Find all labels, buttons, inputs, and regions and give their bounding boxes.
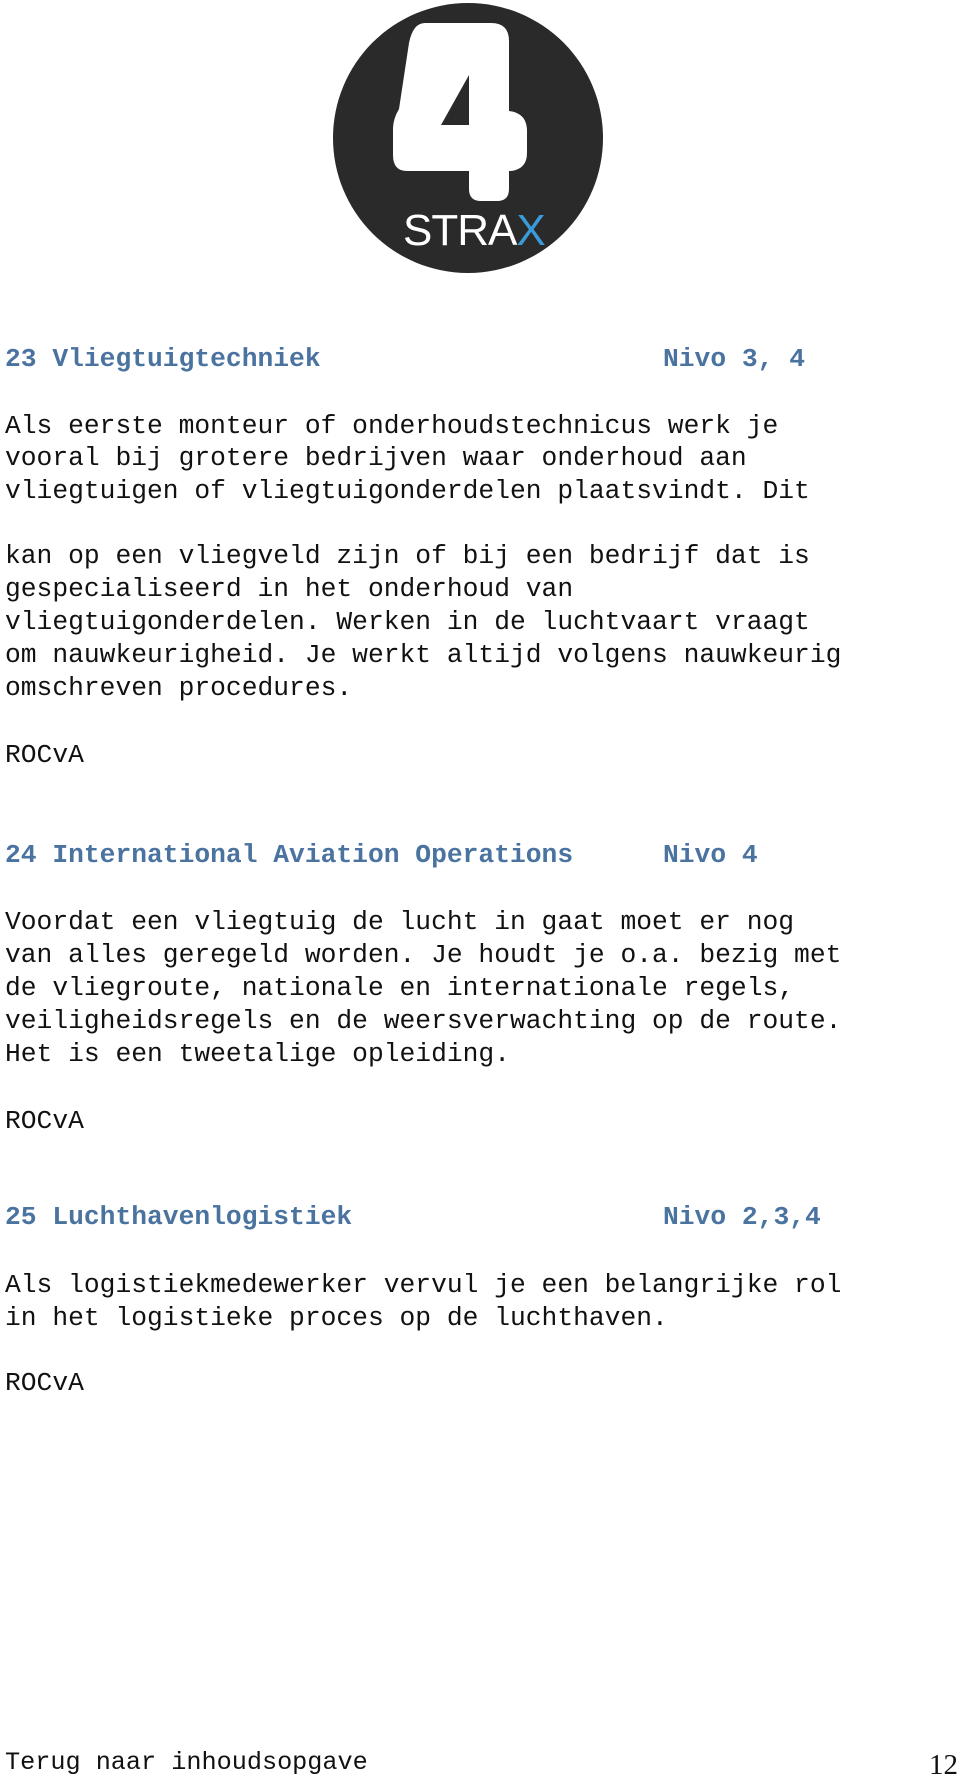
logo-wordmark: STRAX — [403, 206, 545, 255]
section-heading: 24 International Aviation Operations — [5, 840, 574, 870]
provider-label: ROCvA — [5, 1368, 84, 1398]
logo-wordmark-accent: X — [516, 206, 545, 255]
paragraph-line: Als logistiekmedewerker vervul je een be… — [5, 1270, 842, 1300]
paragraph-line: vliegtuigonderdelen. Werken in de luchtv… — [5, 607, 810, 637]
paragraph-line: vliegtuigen of vliegtuigonderdelen plaat… — [5, 476, 810, 506]
paragraph-line: gespecialiseerd in het onderhoud van — [5, 574, 574, 604]
section-level: Nivo 4 — [663, 840, 758, 870]
paragraph-line: veiligheidsregels en de weersverwachting… — [5, 1006, 842, 1036]
paragraph-line: om nauwkeurigheid. Je werkt altijd volge… — [5, 640, 842, 670]
paragraph-line: de vliegroute, nationale en internationa… — [5, 973, 795, 1003]
paragraph-line: Als eerste monteur of onderhoudstechnicu… — [5, 411, 779, 441]
page-number: 12 — [929, 1749, 958, 1781]
4strax-logo: STRAX — [333, 3, 603, 273]
paragraph-line: vooral bij grotere bedrijven waar onderh… — [5, 443, 747, 473]
paragraph-line: in het logistieke proces op de luchthave… — [5, 1303, 668, 1333]
section-heading: 23 Vliegtuigtechniek — [5, 344, 321, 374]
paragraph-line: Voordat een vliegtuig de lucht in gaat m… — [5, 907, 795, 937]
logo-wordmark-main: STRA — [403, 206, 518, 255]
paragraph-line: omschreven procedures. — [5, 673, 353, 703]
section-heading: 25 Luchthavenlogistiek — [5, 1202, 353, 1232]
provider-label: ROCvA — [5, 740, 84, 770]
section-level: Nivo 2,3,4 — [663, 1202, 821, 1232]
paragraph-line: kan op een vliegveld zijn of bij een bed… — [5, 541, 810, 571]
paragraph-line: van alles geregeld worden. Je houdt je o… — [5, 940, 842, 970]
provider-label: ROCvA — [5, 1106, 84, 1136]
paragraph-line: Het is een tweetalige opleiding. — [5, 1039, 510, 1069]
back-to-contents-link[interactable]: Terug naar inhoudsopgave — [5, 1748, 368, 1778]
section-level: Nivo 3, 4 — [663, 344, 806, 374]
